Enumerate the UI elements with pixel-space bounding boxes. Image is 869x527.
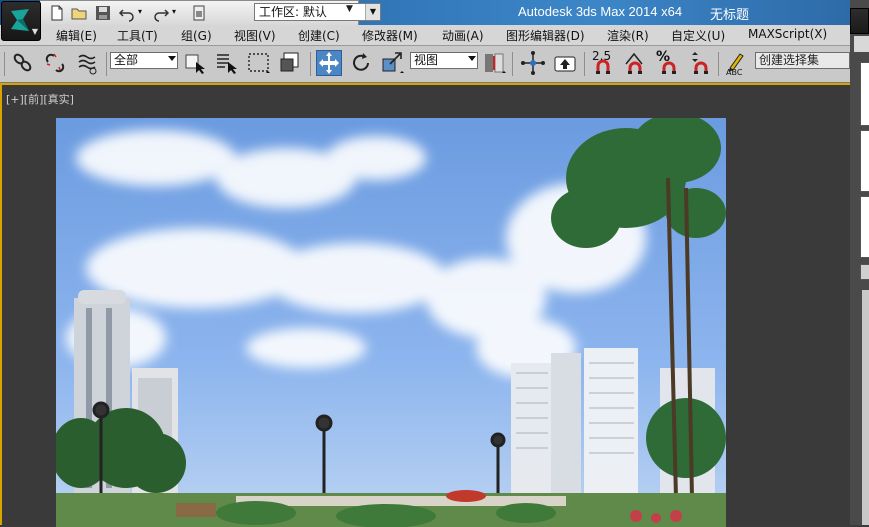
front-viewport[interactable]: [+][前][真实] bbox=[0, 83, 850, 527]
toolbar-separator bbox=[106, 52, 107, 76]
undo-dropdown-icon[interactable]: ▾ bbox=[138, 7, 146, 25]
workspace-select[interactable]: 工作区: 默认 ▼ bbox=[254, 3, 381, 21]
angle-snap-icon[interactable] bbox=[622, 50, 648, 76]
abc-label: ABC bbox=[726, 68, 743, 77]
snap-2-5-label: 2.5 bbox=[592, 49, 612, 63]
select-and-scale-icon[interactable] bbox=[380, 50, 406, 76]
new-file-icon[interactable] bbox=[48, 4, 66, 22]
named-selection-placeholder: 创建选择集 bbox=[759, 53, 820, 67]
bind-space-warp-icon[interactable] bbox=[76, 50, 102, 76]
select-and-rotate-icon[interactable] bbox=[348, 50, 374, 76]
command-panel-header bbox=[850, 8, 869, 34]
edit-named-selection-icon[interactable]: ABC bbox=[724, 50, 750, 77]
percent-glyph-icon: % bbox=[656, 49, 671, 65]
spinner-snap-icon[interactable] bbox=[686, 50, 712, 76]
named-selection-set-input[interactable]: 创建选择集 bbox=[755, 52, 850, 69]
menu-maxscript[interactable]: MAXScript(X) bbox=[748, 27, 827, 41]
select-and-move-icon[interactable] bbox=[316, 50, 342, 76]
undo-icon[interactable] bbox=[118, 4, 136, 22]
open-file-icon[interactable] bbox=[70, 4, 88, 22]
viewport-background-image bbox=[56, 118, 726, 527]
selection-filter-select[interactable]: 全部 bbox=[110, 52, 178, 69]
select-object-icon[interactable] bbox=[182, 50, 208, 76]
menu-tools[interactable]: 工具(T) bbox=[117, 27, 158, 44]
chevron-down-icon bbox=[468, 56, 476, 61]
chevron-down-icon: ▼ bbox=[365, 4, 380, 20]
unlink-icon[interactable] bbox=[42, 50, 68, 76]
menu-edit[interactable]: 编辑(E) bbox=[56, 27, 97, 44]
workspace-label: 工作区: 默认 bbox=[259, 5, 327, 19]
window-crossing-icon[interactable] bbox=[278, 50, 304, 76]
command-panel bbox=[850, 0, 869, 525]
link-icon[interactable] bbox=[10, 50, 36, 76]
selection-filter-value: 全部 bbox=[114, 53, 139, 67]
3dsmax-logo-icon bbox=[9, 7, 31, 36]
menu-bar: 编辑(E) 工具(T) 组(G) 视图(V) 创建(C) 修改器(M) 动画(A… bbox=[0, 25, 850, 46]
chevron-down-icon bbox=[168, 56, 176, 61]
rectangular-selection-region-icon[interactable] bbox=[246, 50, 272, 76]
quick-access-toolbar: ▾ ▾ 工作区: 默认 ▼ bbox=[40, 0, 381, 26]
application-button[interactable]: ▼ bbox=[1, 1, 41, 41]
save-file-icon[interactable] bbox=[94, 4, 112, 22]
keyboard-shortcut-override-icon[interactable] bbox=[552, 50, 578, 76]
redo-dropdown-icon[interactable]: ▾ bbox=[172, 7, 180, 25]
title-bar: ▾ ▾ 工作区: 默认 ▼ ▼ Autodesk 3ds Max 2014 x6… bbox=[0, 0, 850, 26]
percent-snap-icon[interactable]: % bbox=[654, 49, 680, 76]
command-panel-scrollbar[interactable] bbox=[860, 264, 869, 280]
chevron-down-icon: ▼ bbox=[31, 27, 38, 36]
menu-rendering[interactable]: 渲染(R) bbox=[607, 27, 649, 44]
toolbar-separator bbox=[310, 52, 311, 76]
select-and-manipulate-icon[interactable] bbox=[520, 50, 546, 76]
command-panel-rollout[interactable] bbox=[860, 62, 869, 126]
menu-create[interactable]: 创建(C) bbox=[298, 27, 340, 44]
app-title: Autodesk 3ds Max 2014 x64 bbox=[518, 4, 683, 19]
toolbar-separator bbox=[718, 52, 719, 76]
menu-views[interactable]: 视图(V) bbox=[234, 27, 276, 44]
qat-customize-icon[interactable]: ▼ bbox=[346, 4, 353, 14]
select-by-name-icon[interactable] bbox=[214, 50, 240, 76]
command-panel-rollout[interactable] bbox=[860, 130, 869, 192]
menu-customize[interactable]: 自定义(U) bbox=[671, 27, 725, 44]
main-toolbar: 全部 视图 2.5 % ABC 创建选择集 bbox=[0, 46, 850, 83]
document-title: 无标题 bbox=[710, 8, 750, 23]
toolbar-separator bbox=[584, 52, 585, 76]
pivot-center-icon[interactable] bbox=[482, 50, 508, 76]
snaps-toggle-icon[interactable]: 2.5 bbox=[590, 49, 616, 76]
toolbar-separator bbox=[512, 52, 513, 76]
reference-coordinate-select[interactable]: 视图 bbox=[410, 52, 478, 69]
menu-group[interactable]: 组(G) bbox=[181, 27, 212, 44]
command-panel-tab[interactable] bbox=[854, 36, 869, 52]
reference-coordinate-value: 视图 bbox=[414, 53, 439, 67]
toolbar-grip bbox=[4, 52, 5, 76]
command-panel-lower bbox=[862, 290, 869, 525]
command-panel-rollout[interactable] bbox=[860, 196, 869, 258]
project-folder-icon[interactable] bbox=[190, 4, 208, 22]
menu-animation[interactable]: 动画(A) bbox=[442, 27, 484, 44]
menu-modifiers[interactable]: 修改器(M) bbox=[362, 27, 418, 44]
viewport-label[interactable]: [+][前][真实] bbox=[6, 91, 74, 107]
menu-graph-editors[interactable]: 图形编辑器(D) bbox=[506, 27, 585, 44]
redo-icon[interactable] bbox=[152, 4, 170, 22]
